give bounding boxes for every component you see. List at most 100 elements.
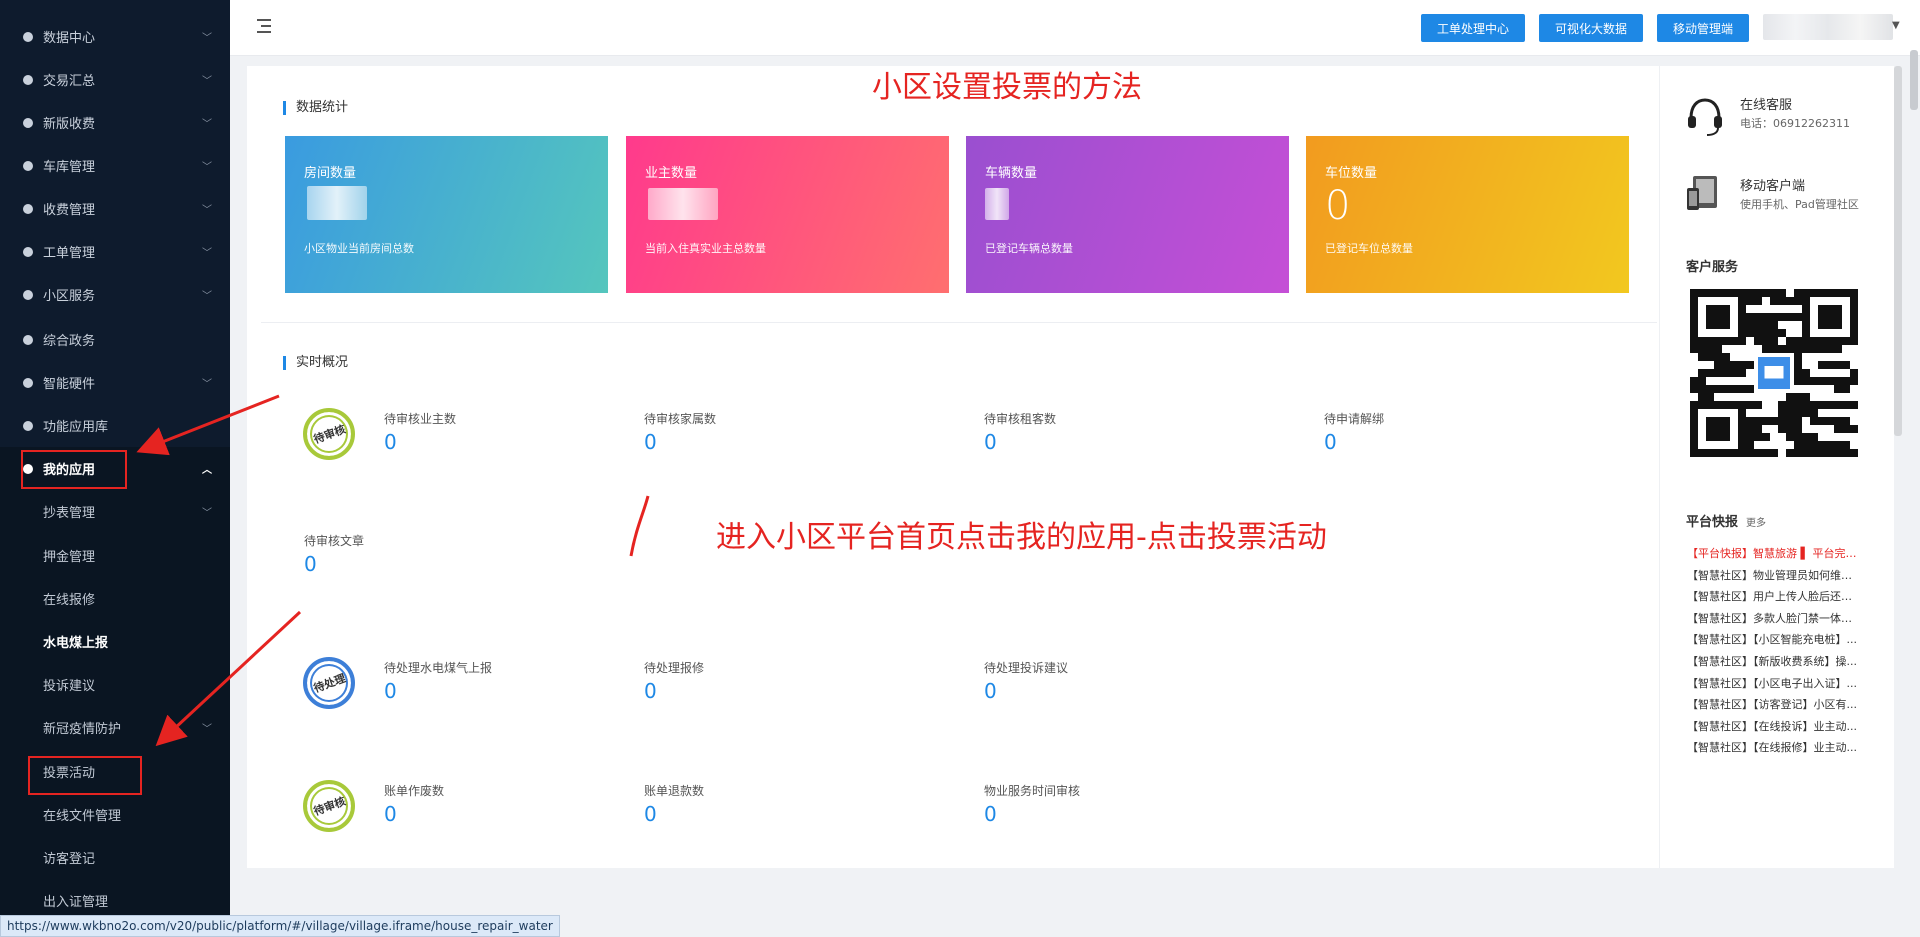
highlight-box-my-apps — [21, 450, 127, 489]
news-item[interactable]: 【智慧社区】【新版收费系统】操... — [1687, 653, 1859, 669]
news-more-link[interactable]: 更多 — [1746, 514, 1766, 529]
news-item[interactable]: 【智慧社区】【在线报修】业主动... — [1687, 739, 1859, 755]
sidebar-item-smart-hardware[interactable]: 智能硬件 ﹀ — [0, 361, 230, 404]
submenu-item-online-repair[interactable]: 在线报修 — [0, 577, 230, 620]
sidebar-item-fee-management[interactable]: 收费管理 ﹀ — [0, 187, 230, 230]
menu-toggle-icon[interactable] — [254, 18, 272, 34]
sidebar-item-government[interactable]: 综合政务 — [0, 318, 230, 361]
work-order-center-button[interactable]: 工单处理中心 — [1421, 14, 1525, 42]
sidebar-item-community-service[interactable]: 小区服务 ﹀ — [0, 273, 230, 316]
car-icon — [22, 160, 34, 172]
mobile-client-title[interactable]: 移动客户端 — [1740, 175, 1805, 194]
user-account-blurred[interactable] — [1763, 14, 1893, 40]
submenu-item-meter-reading[interactable]: 抄表管理 ﹀ — [0, 490, 230, 533]
divider — [261, 322, 1657, 323]
sidebar-item-app-library[interactable]: 功能应用库 — [0, 404, 230, 447]
news-item[interactable]: 【智慧社区】【在线投诉】业主动... — [1687, 718, 1859, 734]
payment-icon — [22, 117, 34, 129]
blurred-value — [985, 188, 1009, 220]
stat-card-label: 业主数量 — [645, 166, 698, 181]
submenu-item-file-management[interactable]: 在线文件管理 — [0, 793, 230, 836]
kpi-value: 0 — [304, 552, 317, 576]
submenu-item-label: 押金管理 — [43, 550, 96, 565]
bank-icon — [22, 334, 34, 346]
submenu-item-complaints[interactable]: 投诉建议 — [0, 663, 230, 706]
sidebar-item-label: 小区服务 — [43, 289, 96, 304]
sidebar-item-garage[interactable]: 车库管理 ﹀ — [0, 144, 230, 187]
kpi-label: 待审核家属数 — [644, 412, 717, 426]
news-item[interactable]: 【智慧社区】【小区智能充电桩】... — [1687, 631, 1859, 647]
submenu-item-label: 新冠疫情防护 — [43, 722, 122, 737]
chevron-down-icon: ﹀ — [202, 162, 212, 173]
stat-card-vehicles[interactable]: 车辆数量 已登记车辆总数量 — [966, 136, 1289, 293]
sidebar-item-label: 车库管理 — [43, 160, 96, 175]
sidebar-item-label: 收费管理 — [43, 203, 96, 218]
chevron-down-icon: ﹀ — [202, 508, 212, 519]
news-item[interactable]: 【智慧社区】多款人脸门禁一体机... — [1687, 610, 1859, 626]
tablet-phone-icon — [1687, 176, 1717, 210]
sidebar-item-data-center[interactable]: 数据中心 ﹀ — [0, 15, 230, 58]
news-item[interactable]: 【智慧社区】【访客登记】小区有... — [1687, 696, 1859, 712]
submenu-item-utility-report[interactable]: 水电煤上报 — [0, 620, 230, 663]
sidebar-item-label: 交易汇总 — [43, 74, 96, 89]
right-panel: 在线客服 电话：06912262311 移动客户端 使用手机、Pad管理社区 客… — [1659, 66, 1894, 868]
wrench-icon — [22, 246, 34, 258]
news-item[interactable]: 【智慧社区】用户上传人脸后还是... — [1687, 588, 1859, 604]
kpi-label: 待审核业主数 — [384, 412, 457, 426]
chevron-down-icon: ﹀ — [202, 76, 212, 87]
main-content: 小区设置投票的方法 数据统计 房间数量 小区物业当前房间总数 业主数量 当前入住… — [247, 66, 1894, 868]
kpi-value: 0 — [384, 802, 397, 826]
service-icon — [22, 289, 34, 301]
cube-icon — [22, 420, 34, 432]
main-scrollbar-thumb[interactable] — [1894, 66, 1902, 436]
visual-big-data-button[interactable]: 可视化大数据 — [1539, 14, 1643, 42]
sidebar-item-label: 综合政务 — [43, 334, 96, 349]
stat-card-parking[interactable]: 车位数量 0 已登记车位总数量 — [1306, 136, 1629, 293]
stat-card-label: 车辆数量 — [985, 166, 1038, 181]
section-title-data-stats: 数据统计 — [283, 101, 348, 115]
stat-card-label: 房间数量 — [304, 166, 357, 181]
news-item[interactable]: 【智慧社区】物业管理员如何维护... — [1687, 567, 1859, 583]
news-item[interactable]: 【平台快报】智慧旅游 ▌ 平台完成... — [1687, 545, 1859, 561]
mobile-client-desc: 使用手机、Pad管理社区 — [1740, 198, 1859, 211]
stamp-pending-review-icon: 待审核 — [303, 408, 355, 460]
news-title: 平台快报 — [1686, 515, 1739, 530]
news-item[interactable]: 【智慧社区】【小区电子出入证】... — [1687, 675, 1859, 691]
stat-card-desc: 当前入住真实业主总数量 — [645, 242, 766, 255]
chevron-down-icon: ﹀ — [202, 205, 212, 216]
submenu-item-label: 抄表管理 — [43, 506, 96, 521]
online-service-phone: 电话：06912262311 — [1740, 117, 1850, 130]
kpi-label: 物业服务时间审核 — [984, 784, 1081, 798]
kpi-value: 0 — [1324, 430, 1337, 454]
sidebar-item-new-billing[interactable]: 新版收费 ﹀ — [0, 101, 230, 144]
highlight-box-voting — [28, 756, 142, 795]
online-service-title[interactable]: 在线客服 — [1740, 94, 1792, 113]
stamp-pending-process-icon: 待处理 — [303, 657, 355, 709]
stat-card-label: 车位数量 — [1325, 166, 1378, 181]
chevron-down-icon: ﹀ — [202, 33, 212, 44]
kpi-value: 0 — [644, 802, 657, 826]
mobile-admin-button[interactable]: 移动管理端 — [1657, 14, 1749, 42]
sidebar-item-transactions[interactable]: 交易汇总 ﹀ — [0, 58, 230, 101]
kpi-value: 0 — [384, 679, 397, 703]
kpi-label: 待申请解绑 — [1324, 412, 1385, 426]
kpi-label: 账单作废数 — [384, 784, 445, 798]
submenu-item-covid-protection[interactable]: 新冠疫情防护 ﹀ — [0, 706, 230, 749]
submenu-item-deposit[interactable]: 押金管理 — [0, 534, 230, 577]
kpi-value: 0 — [984, 430, 997, 454]
submenu-item-visitor-registration[interactable]: 访客登记 — [0, 836, 230, 879]
kpi-value: 0 — [644, 679, 657, 703]
kpi-label: 待审核文章 — [304, 534, 365, 548]
sidebar-item-label: 数据中心 — [43, 31, 96, 46]
kpi-value: 0 — [984, 679, 997, 703]
stat-card-owners[interactable]: 业主数量 当前入住真实业主总数量 — [626, 136, 949, 293]
page-scrollbar-thumb[interactable] — [1910, 50, 1918, 110]
sidebar-item-work-orders[interactable]: 工单管理 ﹀ — [0, 230, 230, 273]
sidebar-item-top-partial[interactable] — [0, 0, 230, 4]
kpi-value: 0 — [984, 802, 997, 826]
caret-down-icon[interactable]: ▼ — [1892, 20, 1900, 31]
headset-icon — [1688, 98, 1722, 136]
stat-card-rooms[interactable]: 房间数量 小区物业当前房间总数 — [285, 136, 608, 293]
stat-card-desc: 小区物业当前房间总数 — [304, 242, 414, 255]
blurred-value — [648, 188, 718, 220]
